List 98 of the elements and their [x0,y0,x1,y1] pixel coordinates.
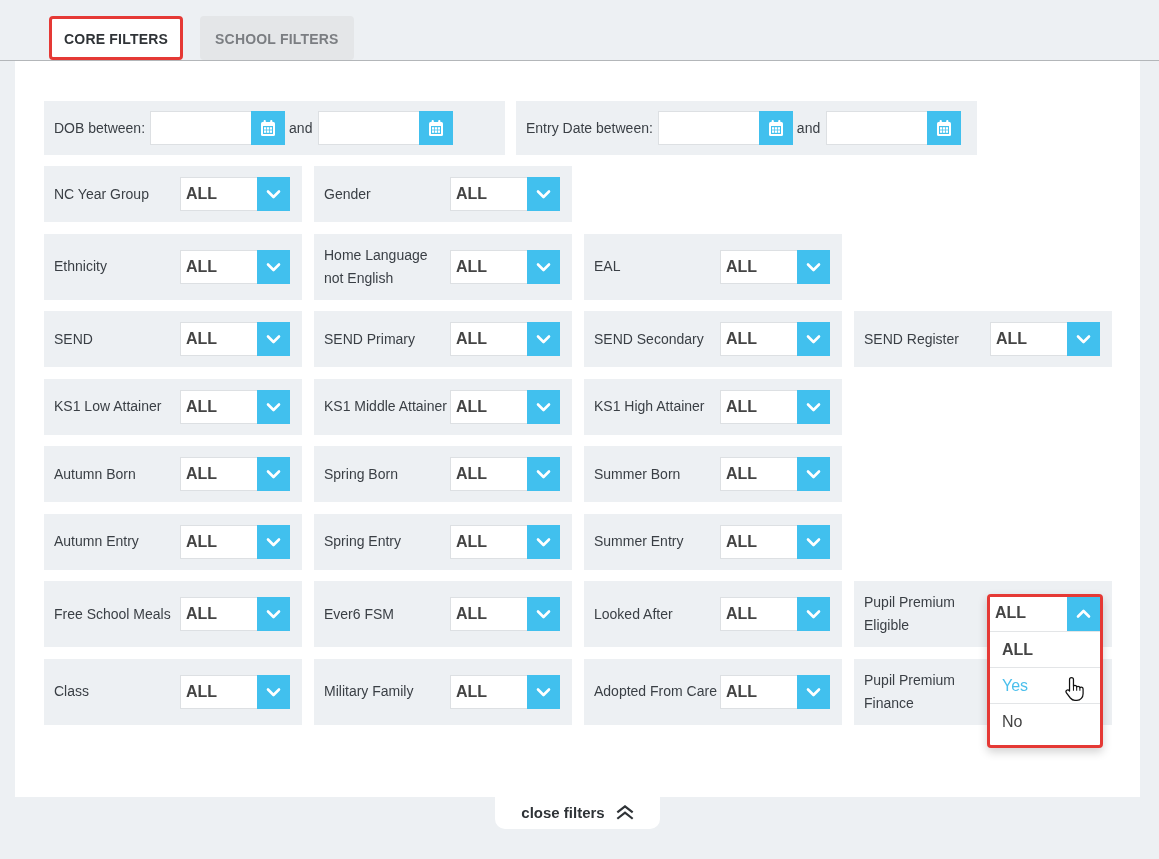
dropdown-select[interactable]: ALL [450,322,560,356]
calendar-button[interactable] [419,111,454,145]
calendar-icon [768,120,783,136]
chevron-down-icon [527,457,560,491]
dropdown-select[interactable]: ALL [720,249,830,284]
dropdown-select[interactable]: ALL [180,597,290,631]
dropdown-select[interactable]: ALL [450,177,560,211]
dropdown-select[interactable]: ALL [720,524,830,559]
date-filter-label: DOB between: [54,120,146,136]
date-input[interactable] [150,111,252,145]
chevron-down-icon [527,389,560,424]
filter-label: Military Family [324,682,415,701]
filter-label: Home Language not English [324,245,429,288]
filter-label: Class [54,682,90,701]
dropdown-option[interactable]: ALL [990,631,1100,667]
filter-label: Autumn Entry [54,532,140,551]
dropdown-select[interactable]: ALL [720,457,830,491]
filter-label: KS1 Low Attainer [54,397,163,416]
filter-label: Spring Born [324,464,399,484]
filter-label: EAL [594,257,622,276]
dropdown-select[interactable]: ALL [180,322,290,356]
chevron-up-icon [1067,597,1100,631]
chevron-down-icon [257,177,290,211]
chevron-down-icon [797,249,830,284]
dropdown-option[interactable]: No [990,703,1100,739]
filter-label: Gender [324,184,372,204]
chevron-down-icon [797,524,830,559]
dropdown-select[interactable]: ALL [990,322,1100,356]
close-filters-button[interactable]: close filters [495,797,660,829]
date-input[interactable] [657,111,759,145]
dropdown-select[interactable]: ALL [450,249,560,284]
filter-label: Summer Born [594,464,682,484]
filter-label: Autumn Born [54,464,137,484]
chevron-down-icon [797,322,830,356]
dropdown-select[interactable]: ALL [720,674,830,709]
hand-cursor-icon [1065,677,1084,701]
dropdown-select[interactable]: ALL [180,389,290,424]
dropdown-select[interactable]: ALL [450,524,560,559]
filter-label: KS1 High Attainer [594,397,706,416]
chevron-down-icon [797,457,830,491]
dropdown-select[interactable]: ALL [180,177,290,211]
filter-label: Free School Meals [54,604,172,624]
chevron-down-icon [527,249,560,284]
chevron-down-icon [797,389,830,424]
dropdown-select[interactable]: ALL [720,322,830,356]
dropdown-select[interactable]: ALL [450,457,560,491]
chevron-down-icon [797,674,830,709]
chevron-down-icon [527,177,560,211]
double-chevron-up-icon [615,804,634,820]
date-input[interactable] [318,111,420,145]
dropdown-select[interactable]: ALL [180,457,290,491]
filter-label: SEND Primary [324,329,416,349]
range-joiner: and [796,120,821,136]
date-filter-label: Entry Date between: [526,120,653,136]
chevron-down-icon [257,524,290,559]
dropdown-select[interactable]: ALL [180,524,290,559]
chevron-down-icon [527,524,560,559]
filter-tab[interactable]: CORE FILTERS [49,16,184,60]
date-input[interactable] [826,111,928,145]
chevron-down-icon [527,322,560,356]
filter-label: Pupil Premium Eligible [864,593,957,635]
calendar-button[interactable] [251,111,286,145]
chevron-down-icon [257,674,290,709]
dropdown-select[interactable]: ALL [180,249,290,284]
filter-label: Spring Entry [324,532,403,551]
filter-label: Pupil Premium Finance [864,670,957,713]
chevron-down-icon [257,457,290,491]
filter-label: SEND Register [864,329,960,349]
chevron-down-icon [527,597,560,631]
filter-label: Ethnicity [54,257,108,276]
filter-label: SEND [54,329,94,349]
chevron-down-icon [257,249,290,284]
dropdown-select[interactable]: ALL [990,597,1100,631]
filter-label: Looked After [594,604,674,624]
dropdown-select[interactable]: ALL [450,389,560,424]
filter-label: SEND Secondary [594,329,705,349]
chevron-down-icon [257,597,290,631]
chevron-down-icon [257,389,290,424]
range-joiner: and [289,120,313,136]
filter-label: Ever6 FSM [324,604,395,624]
chevron-down-icon [1067,322,1100,356]
dropdown-select[interactable]: ALL [450,674,560,709]
chevron-down-icon [257,322,290,356]
dropdown-select[interactable]: ALL [720,597,830,631]
filter-label: Summer Entry [594,532,685,551]
calendar-button[interactable] [758,111,793,145]
filter-label: Adopted From Care [594,682,718,701]
filter-label: KS1 Middle Attainer [324,397,448,416]
calendar-icon [937,120,952,136]
dropdown-select[interactable]: ALL [720,389,830,424]
filter-label: NC Year Group [54,184,150,204]
dropdown-select[interactable]: ALL [180,674,290,709]
calendar-icon [261,120,276,136]
chevron-down-icon [797,597,830,631]
dropdown-select[interactable]: ALL [450,597,560,631]
chevron-down-icon [527,674,560,709]
calendar-icon [429,120,444,136]
calendar-button[interactable] [927,111,962,145]
